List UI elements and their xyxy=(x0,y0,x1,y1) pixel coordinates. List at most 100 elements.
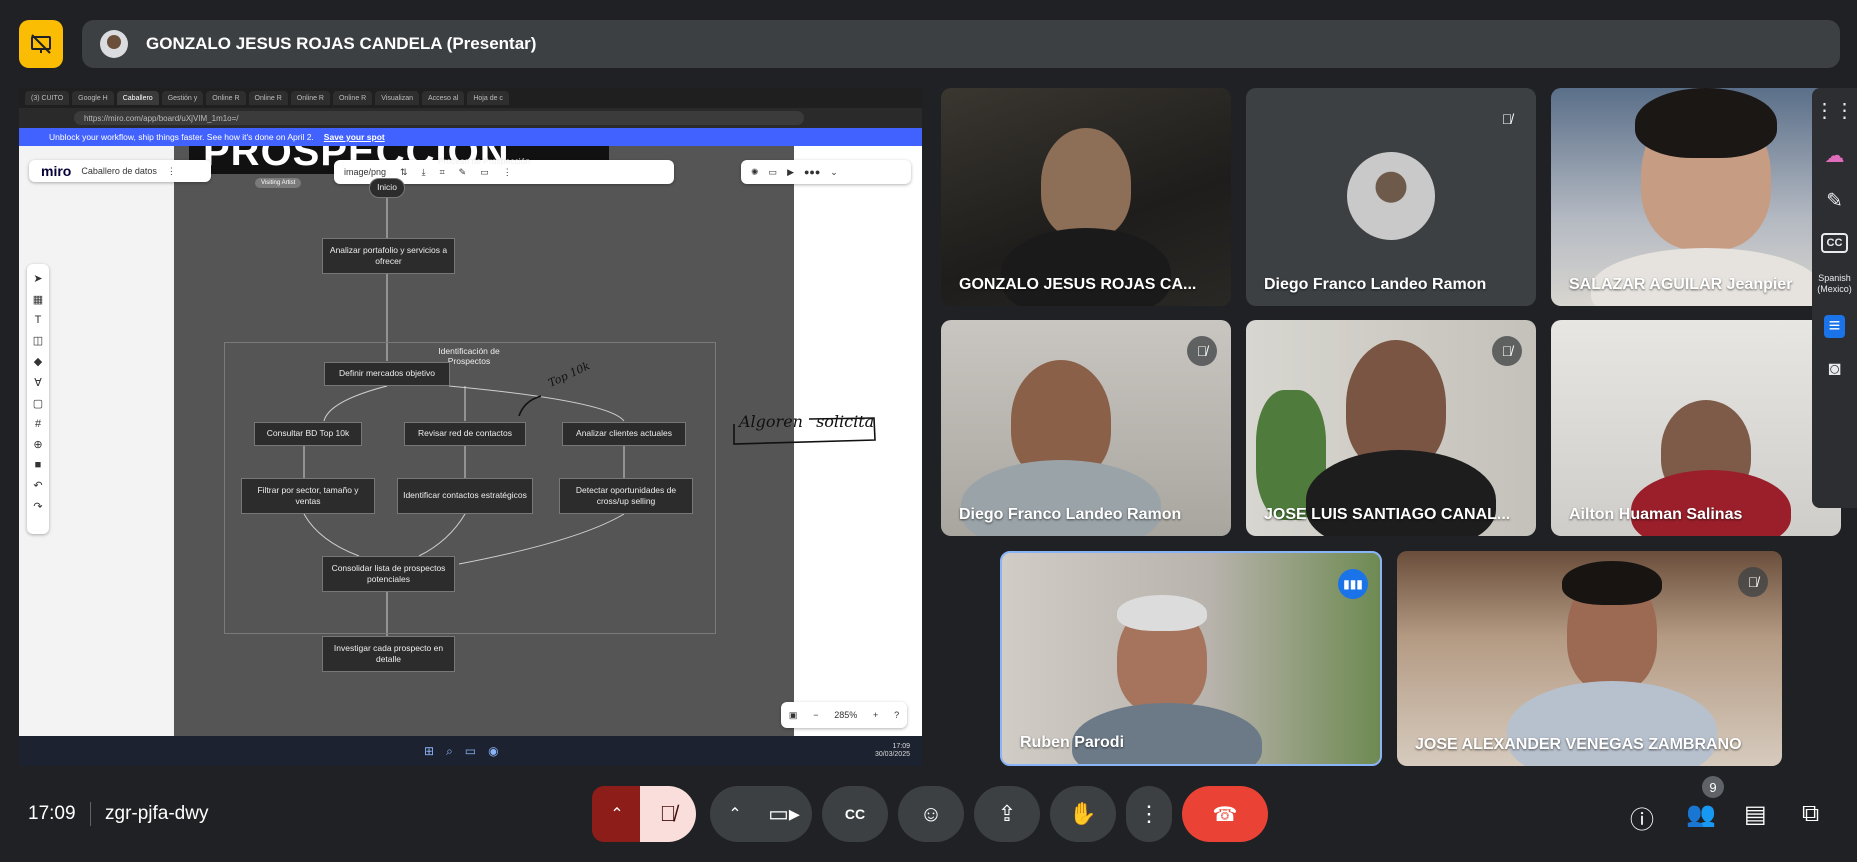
participant-name: Ailton Huaman Salinas xyxy=(1569,506,1743,523)
meeting-code: zgr-pjfa-dwy xyxy=(105,803,209,824)
participant-name: SALAZAR AGUILAR Jeanpier xyxy=(1569,276,1793,293)
participant-tile[interactable]: Ailton Huaman Salinas xyxy=(1551,320,1841,536)
promo-banner: Unblock your workflow, ship things faste… xyxy=(19,128,922,146)
address-bar: https://miro.com/app/board/uXjVIM_1m1o=/ xyxy=(19,108,922,128)
search-icon[interactable]: ⌕ xyxy=(446,744,453,759)
browser-tab[interactable]: Google H xyxy=(72,91,114,105)
browser-tab[interactable]: Online R xyxy=(248,91,288,105)
avatar xyxy=(100,30,128,58)
meeting-time: 17:09 xyxy=(28,803,76,824)
participant-tile[interactable]: 🎙̸ Diego Franco Landeo Ramon xyxy=(1246,88,1536,306)
hand-icon: ✋ xyxy=(1069,801,1097,826)
browser-tab[interactable]: Acceso al xyxy=(422,91,465,105)
participant-video-body xyxy=(961,460,1161,536)
captions-button[interactable]: CC xyxy=(822,786,888,842)
zoom-level: 285% xyxy=(834,710,858,720)
video-options-button[interactable]: ⌃ xyxy=(710,786,760,842)
activities-icon[interactable]: ⧉ xyxy=(1802,800,1819,828)
browser-tab[interactable]: Online R xyxy=(332,91,373,105)
browser-tab[interactable]: Online R xyxy=(290,91,330,105)
browser-tab[interactable]: Online R xyxy=(206,91,246,105)
present-button[interactable]: ⇪ xyxy=(974,786,1040,842)
minimap-icon[interactable]: ▣ xyxy=(789,710,798,721)
microphone-button[interactable]: 🎙̸ xyxy=(640,786,696,842)
captions-icon[interactable]: CC xyxy=(1820,233,1849,253)
participant-name: Ruben Parodi xyxy=(1020,734,1125,751)
handwritten-note-2: solicita xyxy=(816,412,875,431)
people-icon[interactable]: 👥 xyxy=(1686,800,1716,829)
participant-name: GONZALO JESUS ROJAS CA... xyxy=(959,276,1197,293)
info-icon[interactable]: ⓘ xyxy=(1630,800,1654,835)
participant-video-body xyxy=(1001,228,1171,306)
participant-tile-active-speaker[interactable]: ▮▮▮ Ruben Parodi xyxy=(1000,551,1382,766)
audio-options-button[interactable]: ⌃ xyxy=(592,786,642,842)
shared-screen: (3) CUITO Google H Caballero Gestión y O… xyxy=(19,88,922,766)
participant-name: Diego Franco Landeo Ramon xyxy=(1264,276,1487,293)
flow-node-detectar-oportunidades[interactable]: Detectar oportunidades de cross/up selli… xyxy=(559,478,693,514)
reactions-button[interactable]: ☺ xyxy=(898,786,964,842)
flow-node-identificar-contactos[interactable]: Identificar contactos estratégicos xyxy=(397,478,533,514)
flow-node-revisar-red[interactable]: Revisar red de contactos xyxy=(404,422,526,446)
weather-icon[interactable]: ☁ xyxy=(1825,143,1845,168)
participant-tile[interactable]: 🎙̸ Diego Franco Landeo Ramon xyxy=(941,320,1231,536)
raise-hand-button[interactable]: ✋ xyxy=(1050,786,1116,842)
taskbar-icons: ⊞ ⌕ ▭ ◉ xyxy=(424,744,499,759)
apps-grid-icon[interactable]: ⋮⋮ xyxy=(1815,98,1855,123)
browser-tab[interactable]: Caballero xyxy=(116,91,159,105)
task-view-icon[interactable]: ▭ xyxy=(465,744,476,759)
flow-node-consultar-bd[interactable]: Consultar BD Top 10k xyxy=(254,422,362,446)
flow-node-analizar-clientes[interactable]: Analizar clientes actuales xyxy=(562,422,686,446)
chat-icon[interactable]: ▤ xyxy=(1744,800,1767,829)
handwritten-note: Algoren solicita xyxy=(739,412,874,431)
participant-video-body xyxy=(1631,470,1791,536)
edge-browser-icon[interactable]: ◉ xyxy=(488,744,498,759)
mic-off-icon: 🎙̸ xyxy=(1492,104,1522,134)
participant-tile[interactable]: GONZALO JESUS ROJAS CA... xyxy=(941,88,1231,306)
presentation-off-icon xyxy=(31,34,51,54)
zoom-out-button[interactable]: − xyxy=(813,710,818,720)
taskbar-clock: 17:09 30/03/2025 xyxy=(875,743,910,760)
emoji-icon: ☺ xyxy=(919,801,943,826)
participant-count-badge: 9 xyxy=(1702,776,1724,798)
present-screen-icon: ⇪ xyxy=(997,801,1017,826)
participant-tile[interactable]: 🎙̸ JOSE ALEXANDER VENEGAS ZAMBRANO xyxy=(1397,551,1782,766)
camera-button[interactable]: ▭▸ xyxy=(756,786,812,842)
participant-video-hair xyxy=(1117,595,1207,631)
flow-node-consolidar-lista[interactable]: Consolidar lista de prospectos potencial… xyxy=(322,556,455,592)
help-icon[interactable]: ? xyxy=(894,710,899,720)
flow-start-node[interactable]: Inicio xyxy=(369,178,405,198)
mic-off-icon: 🎙̸ xyxy=(1492,336,1522,366)
side-panel-rail: ⋮⋮ ☁ ✎ CC Spanish (Mexico) ≡ ◙ xyxy=(1812,88,1857,508)
mic-off-icon: 🎙̸ xyxy=(659,801,677,826)
participant-video-hair xyxy=(1635,88,1777,158)
windows-start-icon[interactable]: ⊞ xyxy=(424,744,434,759)
url-field[interactable]: https://miro.com/app/board/uXjVIM_1m1o=/ xyxy=(74,111,804,125)
zoom-in-button[interactable]: + xyxy=(873,710,878,720)
browser-tab[interactable]: (3) CUITO xyxy=(25,91,70,105)
browser-tab[interactable]: Gestión y xyxy=(161,91,204,105)
notes-icon[interactable]: ≡ xyxy=(1823,314,1846,338)
mic-off-icon: 🎙̸ xyxy=(1738,567,1768,597)
participant-name: JOSE LUIS SANTIAGO CANAL... xyxy=(1264,506,1511,523)
caption-language[interactable]: Spanish (Mexico) xyxy=(1812,273,1857,295)
chevron-up-icon: ⌃ xyxy=(728,806,742,823)
participant-name: Diego Franco Landeo Ramon xyxy=(959,506,1182,523)
more-options-button[interactable]: ⋮ xyxy=(1126,786,1172,842)
mic-off-icon: 🎙̸ xyxy=(1187,336,1217,366)
participant-tile[interactable]: SALAZAR AGUILAR Jeanpier xyxy=(1551,88,1841,306)
speaking-indicator-icon: ▮▮▮ xyxy=(1338,569,1368,599)
browser-tab[interactable]: Visualizan xyxy=(375,91,419,105)
flow-node-analizar-portafolio[interactable]: Analizar portafolio y servicios a ofrece… xyxy=(322,238,455,274)
miro-board[interactable]: PROSPECCION Visiting Artist miro Caballe… xyxy=(19,146,922,736)
pen-icon[interactable]: ✎ xyxy=(1826,188,1843,213)
leave-call-button[interactable]: ☎ xyxy=(1182,786,1268,842)
flow-node-filtrar-sector[interactable]: Filtrar por sector, tamaño y ventas xyxy=(241,478,375,514)
flow-node-investigar-prospecto[interactable]: Investigar cada prospecto en detalle xyxy=(322,636,455,672)
flow-node-definir-mercados[interactable]: Definir mercados objetivo xyxy=(324,362,450,386)
participant-tile[interactable]: 🎙̸ JOSE LUIS SANTIAGO CANAL... xyxy=(1246,320,1536,536)
browser-tab[interactable]: Hoja de c xyxy=(467,91,509,105)
presentation-toggle-button[interactable] xyxy=(19,20,63,68)
video-camera-icon: ▭▸ xyxy=(768,801,800,826)
camera-icon[interactable]: ◙ xyxy=(1828,358,1840,381)
promo-cta-link[interactable]: Save your spot xyxy=(324,132,385,142)
